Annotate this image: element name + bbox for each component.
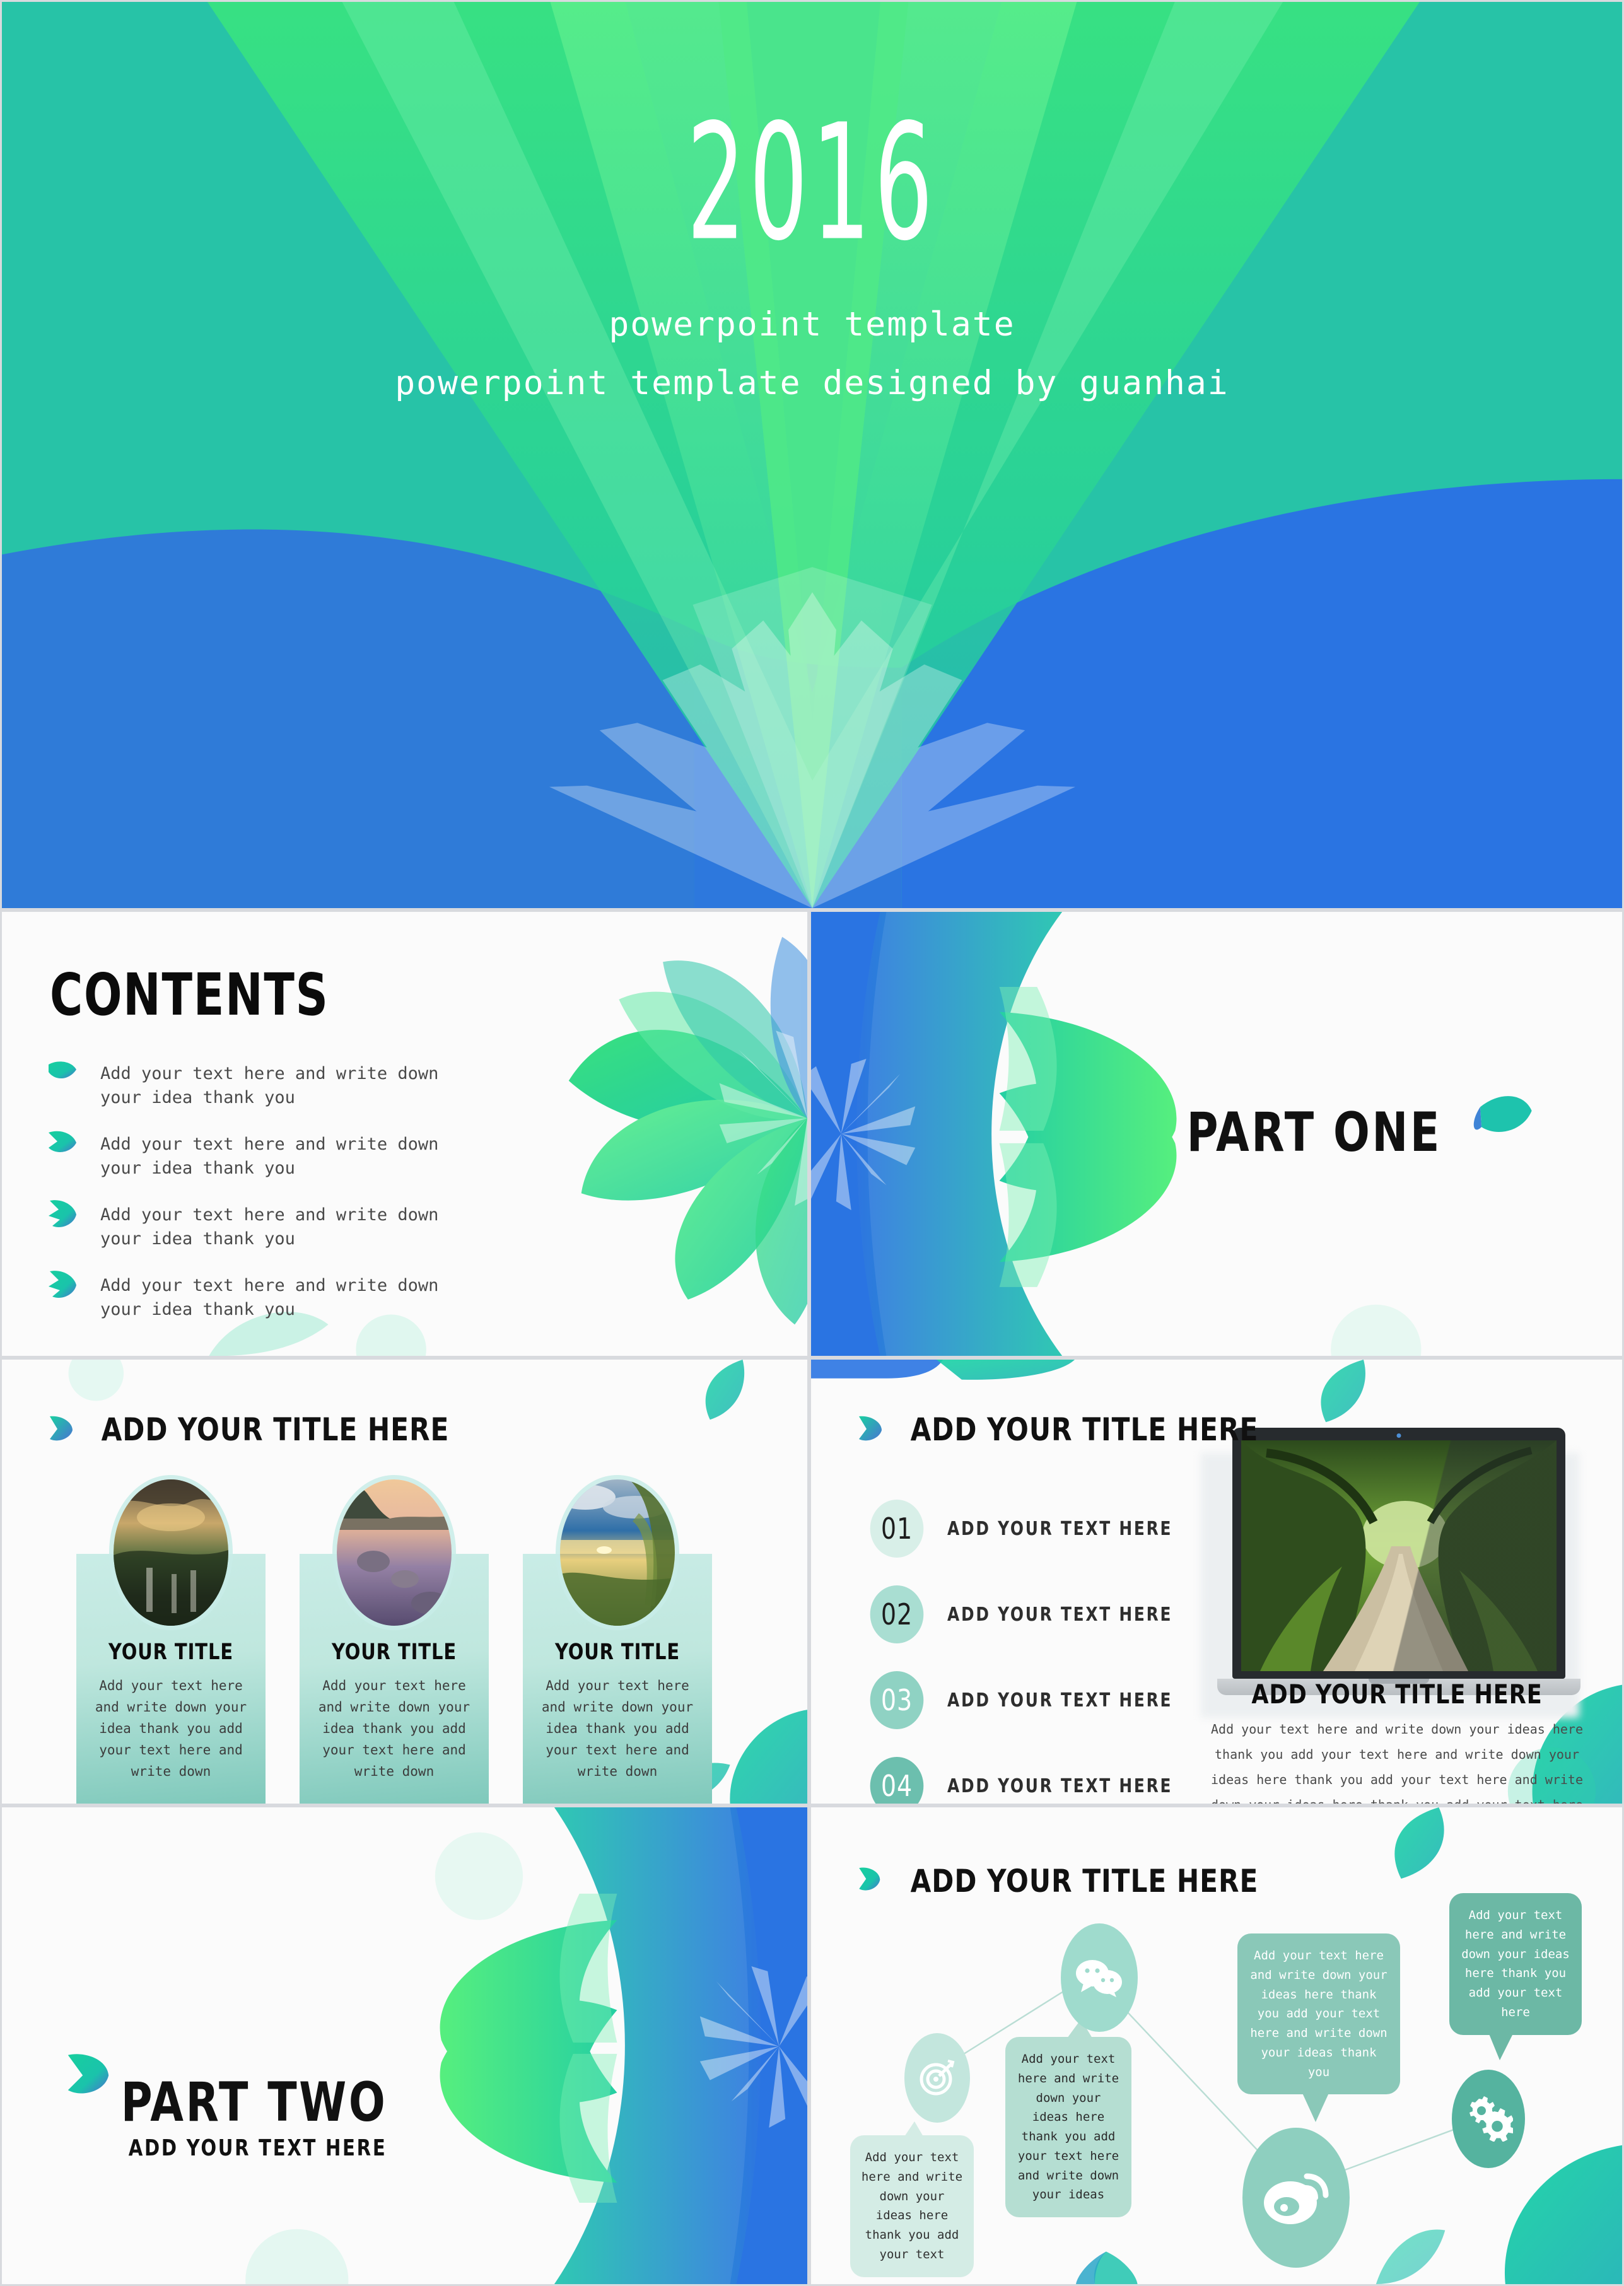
target-icon[interactable] — [904, 2033, 970, 2123]
leaf-bullet-icon — [45, 1268, 80, 1306]
contents-slide: CONTENTS Add your text here and write do… — [0, 910, 809, 1358]
part-one-slide: PART ONE — [809, 910, 1624, 1358]
card-text: Add your text here and write down your i… — [318, 1678, 470, 1780]
leaf-bullet-icon — [45, 1197, 80, 1235]
card[interactable]: YOUR TITLE Add your text here and write … — [523, 1479, 712, 1804]
card-text: Add your text here and write down your i… — [95, 1678, 247, 1780]
card-title: YOUR TITLE — [108, 1640, 234, 1665]
lake-rocks-photo — [337, 1479, 452, 1626]
leaf-bullet-icon — [45, 1056, 80, 1094]
bubble-tail-icon — [1302, 2092, 1329, 2123]
numbered-item-label: ADD YOUR TEXT HERE — [947, 1603, 1173, 1626]
numbered-item[interactable]: 01 ADD YOUR TEXT HERE — [868, 1486, 1192, 1572]
card-text: Add your text here and write down your i… — [541, 1678, 694, 1780]
speech-bubble-text: Add your text here and write down your i… — [1017, 2052, 1119, 2202]
part-two-label: PART TWO — [120, 2071, 388, 2134]
contents-item[interactable]: Add your text here and write down your i… — [45, 1126, 438, 1197]
contents-item-label: Add your text here and write down your i… — [100, 1064, 439, 1108]
laptop-caption-title: ADD YOUR TITLE HERE — [1251, 1679, 1543, 1710]
weibo-icon[interactable] — [1242, 2128, 1350, 2268]
number-badge: 04 — [870, 1757, 924, 1804]
card-title: YOUR TITLE — [331, 1640, 457, 1665]
contents-item[interactable]: Add your text here and write down your i… — [45, 1197, 438, 1268]
numbered-item[interactable]: 03 ADD YOUR TEXT HERE — [868, 1657, 1192, 1743]
number-badge: 02 — [870, 1585, 924, 1643]
contents-heading: CONTENTS — [50, 961, 329, 1029]
title-background-petals — [2, 2, 1622, 908]
leaf-heading-icon — [855, 1414, 883, 1446]
speech-bubble[interactable]: Add your text here and write down your i… — [850, 2121, 974, 2277]
laptop-screen — [1241, 1440, 1557, 1671]
sunset-coast-photo — [560, 1479, 675, 1626]
cards-row: YOUR TITLE Add your text here and write … — [76, 1479, 712, 1804]
leaf-bullet-icon — [45, 1126, 80, 1165]
numbered-item-label: ADD YOUR TEXT HERE — [947, 1775, 1173, 1797]
slide-deck: 2016 powerpoint template powerpoint temp… — [0, 0, 1624, 2286]
contents-item[interactable]: Add your text here and write down your i… — [45, 1056, 438, 1126]
title-slide: 2016 powerpoint template powerpoint temp… — [0, 0, 1624, 910]
cards-heading-group: ADD YOUR TITLE HERE — [46, 1411, 460, 1448]
numbered-list: 01 ADD YOUR TEXT HERE 02 ADD YOUR TEXT H… — [868, 1486, 1192, 1804]
speech-bubble[interactable]: Add your text here and write down your i… — [1449, 1893, 1582, 2060]
cards-slide: ADD YOUR TITLE HERE YOUR TITLE Add your … — [0, 1358, 809, 1805]
webcam-icon — [1396, 1433, 1401, 1438]
leaf-heading-icon — [46, 1414, 74, 1446]
part-two-background-flower — [2, 1807, 807, 2284]
speech-bubble-text: Add your text here and write down your i… — [1250, 1949, 1387, 2079]
card[interactable]: YOUR TITLE Add your text here and write … — [300, 1479, 489, 1804]
cards-heading: ADD YOUR TITLE HERE — [101, 1411, 450, 1448]
network-heading-group: ADD YOUR TITLE HERE — [855, 1863, 1270, 1899]
card-body: YOUR TITLE Add your text here and write … — [300, 1626, 489, 1782]
card-body: YOUR TITLE Add your text here and write … — [76, 1626, 266, 1782]
numbers-heading: ADD YOUR TITLE HERE — [910, 1411, 1259, 1448]
card-photo — [114, 1479, 228, 1626]
number-badge: 03 — [870, 1671, 924, 1729]
numbers-slide: ADD YOUR TITLE HERE 01 ADD YOUR TEXT HER… — [809, 1358, 1624, 1805]
part-two-subtitle: ADD YOUR TEXT HERE — [128, 2135, 387, 2161]
numbered-item[interactable]: 02 ADD YOUR TEXT HERE — [868, 1572, 1192, 1657]
numbered-item[interactable]: 04 ADD YOUR TEXT HERE — [868, 1743, 1192, 1804]
contents-item-label: Add your text here and write down your i… — [100, 1205, 439, 1249]
laptop-caption-text: Add your text here and write down your i… — [1210, 1722, 1583, 1805]
part-one-label: PART ONE — [1186, 1101, 1442, 1164]
leaf-decor-icon — [62, 2048, 114, 2106]
network-slide: ADD YOUR TITLE HERE Add your text here a… — [809, 1805, 1624, 2286]
card-body: YOUR TITLE Add your text here and write … — [523, 1626, 712, 1782]
laptop-mockup — [1201, 1428, 1582, 1718]
speech-bubble[interactable]: Add your text here and write down your i… — [1005, 2019, 1131, 2218]
numbered-item-label: ADD YOUR TEXT HERE — [947, 1517, 1173, 1540]
card-title: YOUR TITLE — [554, 1640, 681, 1665]
part-two-slide: PART TWO ADD YOUR TEXT HERE — [0, 1805, 809, 2286]
waterfall-cave-photo — [114, 1479, 228, 1626]
contents-item-label: Add your text here and write down your i… — [100, 1276, 439, 1320]
contents-item[interactable]: Add your text here and write down your i… — [45, 1268, 438, 1338]
speech-bubble[interactable]: Add your text here and write down your i… — [1237, 1933, 1400, 2123]
card[interactable]: YOUR TITLE Add your text here and write … — [76, 1479, 266, 1804]
contents-list: Add your text here and write down your i… — [45, 1056, 438, 1338]
numbers-heading-group: ADD YOUR TITLE HERE — [855, 1411, 1270, 1448]
leaf-heading-icon — [855, 1864, 883, 1899]
contents-item-label: Add your text here and write down your i… — [100, 1134, 439, 1179]
bubble-tail-icon — [1488, 2032, 1514, 2060]
gear-icon[interactable] — [1452, 2070, 1525, 2168]
speech-bubble-text: Add your text here and write down your i… — [1461, 1908, 1570, 2019]
bubble-tail-icon — [904, 2121, 923, 2137]
laptop-bezel — [1232, 1428, 1565, 1679]
speech-bubble-text: Add your text here and write down your i… — [861, 2150, 963, 2261]
number-badge: 01 — [870, 1500, 924, 1558]
network-heading: ADD YOUR TITLE HERE — [910, 1863, 1259, 1899]
card-photo — [337, 1479, 452, 1626]
wechat-icon[interactable] — [1061, 1923, 1138, 2032]
screen-glare — [1241, 1440, 1557, 1671]
card-photo — [560, 1479, 675, 1626]
numbered-item-label: ADD YOUR TEXT HERE — [947, 1689, 1173, 1712]
